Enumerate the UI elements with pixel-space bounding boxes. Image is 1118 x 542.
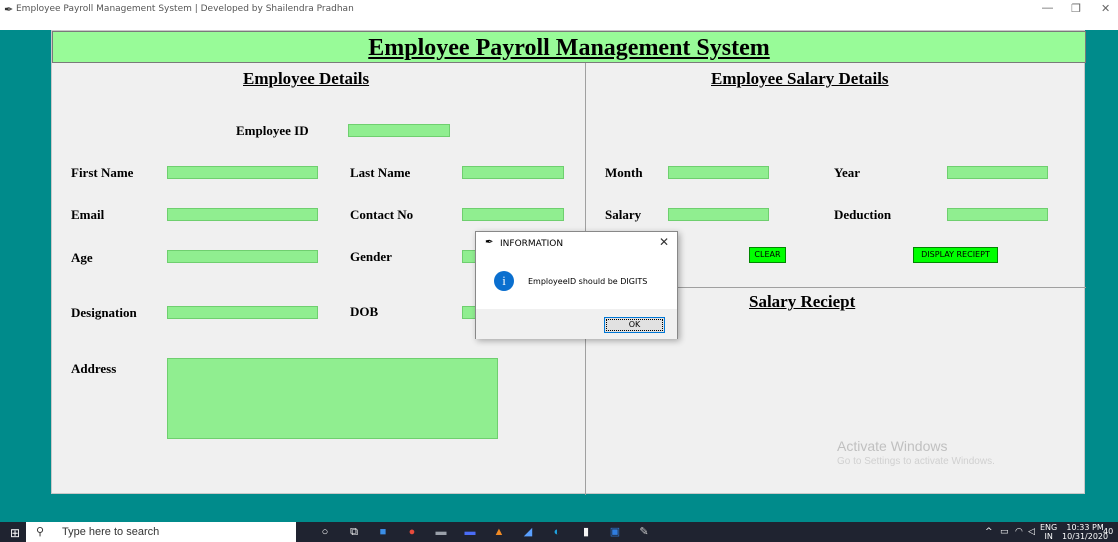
clock-date: 10/31/2020 bbox=[1062, 532, 1109, 541]
taskbar-search-box[interactable]: ⚲ Type here to search bbox=[26, 522, 296, 542]
python-icon[interactable]: ✎ bbox=[637, 525, 651, 539]
cortana-icon[interactable]: ○ bbox=[318, 525, 332, 539]
month-label: Month bbox=[605, 165, 643, 180]
notepad-icon[interactable]: ▮ bbox=[579, 525, 593, 539]
volume-icon[interactable]: ◁ bbox=[1028, 527, 1035, 537]
wifi-icon[interactable]: ◠ bbox=[1015, 527, 1023, 537]
window-title: Employee Payroll Management System | Dev… bbox=[16, 4, 354, 14]
first-name-field[interactable] bbox=[167, 166, 318, 179]
age-label: Age bbox=[71, 250, 93, 265]
first-name-label: First Name bbox=[71, 165, 134, 180]
search-icon: ⚲ bbox=[36, 526, 45, 538]
chrome-icon[interactable]: ● bbox=[405, 525, 419, 539]
app-header: Employee Payroll Management System bbox=[52, 31, 1086, 63]
search-placeholder: Type here to search bbox=[62, 526, 160, 538]
employee-details-title: Employee Details bbox=[243, 69, 370, 88]
tray-overflow-icon[interactable]: ^ bbox=[985, 527, 993, 537]
salary-receipt-title: Salary Reciept bbox=[749, 292, 856, 311]
notification-badge[interactable]: 40 bbox=[1103, 527, 1113, 536]
region-code: IN bbox=[1044, 532, 1053, 541]
employee-id-field[interactable] bbox=[348, 124, 450, 137]
dialog-title: INFORMATION bbox=[500, 239, 564, 249]
deduction-label: Deduction bbox=[834, 207, 892, 222]
taskbar-app-icon[interactable]: ▬ bbox=[463, 525, 477, 539]
deduction-field[interactable] bbox=[947, 208, 1048, 221]
dialog-message: EmployeeID should be DIGITS bbox=[528, 277, 648, 286]
store-icon[interactable]: ▣ bbox=[608, 525, 622, 539]
file-explorer-icon[interactable]: ■ bbox=[376, 525, 390, 539]
age-field[interactable] bbox=[167, 250, 318, 263]
activate-windows-hint: Go to Settings to activate Windows. bbox=[837, 456, 995, 467]
last-name-field[interactable] bbox=[462, 166, 564, 179]
feather-app-icon[interactable]: ◢ bbox=[521, 525, 535, 539]
tk-feather-icon: ✒ bbox=[485, 237, 494, 248]
restore-button[interactable]: ❐ bbox=[1071, 2, 1081, 15]
contact-field[interactable] bbox=[462, 208, 564, 221]
dob-label: DOB bbox=[350, 304, 379, 319]
display-receipt-button[interactable]: DISPLAY RECIEPT bbox=[913, 247, 998, 263]
network-icon[interactable]: ▭ bbox=[1000, 527, 1009, 537]
window-titlebar: ✒ Employee Payroll Management System | D… bbox=[0, 0, 1118, 30]
windows-start-icon[interactable]: ⊞ bbox=[10, 526, 20, 540]
information-dialog: ✒ INFORMATION ✕ i EmployeeID should be D… bbox=[475, 231, 678, 339]
month-field[interactable] bbox=[668, 166, 769, 179]
edge-icon[interactable]: ◐ bbox=[550, 525, 564, 539]
salary-details-title: Employee Salary Details bbox=[711, 69, 889, 88]
minimize-button[interactable]: — bbox=[1042, 2, 1053, 14]
dialog-close-button[interactable]: ✕ bbox=[659, 235, 669, 249]
windows-taskbar: ⊞ ⚲ Type here to search ○ ⧉ ■ ● ▬ ▬ ▲ ◢ … bbox=[0, 522, 1118, 542]
clock-time: 10:33 PM bbox=[1066, 523, 1104, 532]
contact-label: Contact No bbox=[350, 207, 414, 222]
email-field[interactable] bbox=[167, 208, 318, 221]
dialog-footer: OK bbox=[476, 309, 677, 339]
clock[interactable]: 10:33 PM 10/31/2020 bbox=[1062, 523, 1108, 541]
app-title: Employee Payroll Management System bbox=[368, 35, 770, 61]
clear-button[interactable]: CLEAR bbox=[749, 247, 786, 263]
year-field[interactable] bbox=[947, 166, 1048, 179]
app-window-icon[interactable]: ▬ bbox=[434, 525, 448, 539]
designation-label: Designation bbox=[71, 305, 137, 320]
year-label: Year bbox=[834, 165, 860, 180]
language-indicator[interactable]: ENG IN bbox=[1040, 523, 1057, 541]
address-label: Address bbox=[71, 361, 117, 376]
employee-id-label: Employee ID bbox=[236, 123, 309, 138]
close-button[interactable]: ✕ bbox=[1101, 2, 1110, 15]
salary-field[interactable] bbox=[668, 208, 769, 221]
ok-button[interactable]: OK bbox=[604, 317, 665, 333]
activate-windows-watermark: Activate Windows bbox=[837, 438, 948, 454]
task-view-icon[interactable]: ⧉ bbox=[347, 525, 361, 539]
address-textarea[interactable] bbox=[167, 358, 498, 439]
gender-label: Gender bbox=[350, 249, 392, 264]
vlc-icon[interactable]: ▲ bbox=[492, 525, 506, 539]
info-icon: i bbox=[494, 271, 514, 291]
language-code: ENG bbox=[1040, 523, 1058, 532]
salary-label: Salary bbox=[605, 207, 642, 222]
designation-field[interactable] bbox=[167, 306, 318, 319]
email-label: Email bbox=[71, 207, 105, 222]
last-name-label: Last Name bbox=[350, 165, 411, 180]
tk-feather-icon: ✒ bbox=[4, 4, 14, 16]
